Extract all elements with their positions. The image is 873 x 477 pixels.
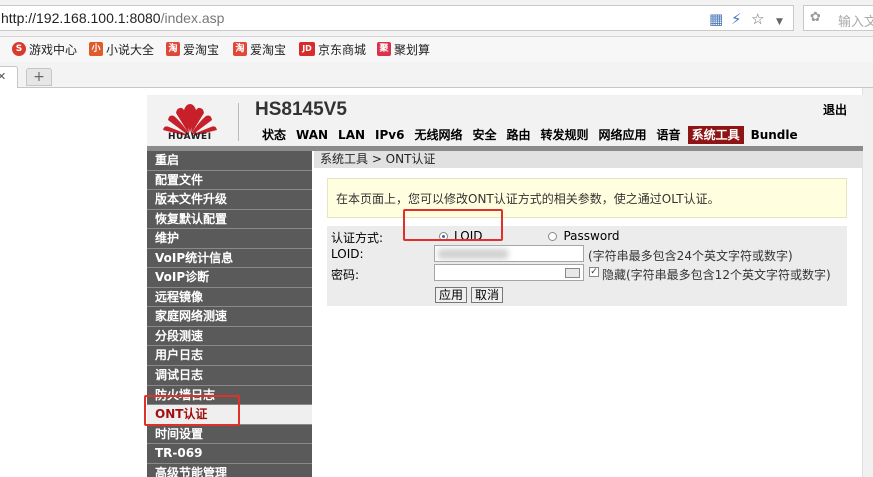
sidebar-item-home-speedtest[interactable]: 家庭网络测速 bbox=[147, 307, 312, 327]
sidebar-item-maintenance[interactable]: 维护 bbox=[147, 229, 312, 249]
chevron-down-icon[interactable]: ▼ bbox=[776, 14, 783, 30]
password-option-label: Password bbox=[563, 229, 620, 243]
sidebar-item-config-file[interactable]: 配置文件 bbox=[147, 170, 312, 191]
game-center-icon: S bbox=[12, 42, 26, 56]
close-icon[interactable]: ✕ bbox=[0, 70, 6, 83]
header-divider bbox=[238, 103, 239, 141]
nav-status[interactable]: 状态 bbox=[257, 126, 291, 144]
favorite-label: 京东商城 bbox=[318, 42, 367, 57]
search-input[interactable]: ✿ 输入文 bbox=[803, 5, 873, 31]
nav-route[interactable]: 路由 bbox=[502, 126, 536, 144]
sidebar: 重启 配置文件 版本文件升级 恢复默认配置 维护 VoIP统计信息 VoIP诊断… bbox=[147, 151, 312, 477]
device-model: HS8145V5 bbox=[255, 99, 347, 120]
search-placeholder: 输入文 bbox=[838, 15, 873, 30]
favorite-taobao-2[interactable]: 淘 爱淘宝 bbox=[233, 41, 286, 57]
sidebar-item-voip-stats[interactable]: VoIP统计信息 bbox=[147, 248, 312, 269]
cancel-button[interactable]: 取消 bbox=[471, 287, 504, 303]
breadcrumb: 系统工具 > ONT认证 bbox=[314, 151, 863, 168]
highlight-loid-option bbox=[403, 209, 503, 241]
scrollbar[interactable] bbox=[862, 88, 873, 477]
address-url: http://192.168.100.1:8080/index.asp bbox=[1, 10, 225, 26]
nav-voice[interactable]: 语音 bbox=[652, 126, 686, 144]
nav-wireless[interactable]: 无线网络 bbox=[409, 126, 467, 144]
favorite-label: 爱淘宝 bbox=[250, 42, 287, 57]
password-input[interactable] bbox=[434, 264, 584, 281]
loid-input[interactable] bbox=[434, 245, 584, 262]
sidebar-item-firmware-upgrade[interactable]: 版本文件升级 bbox=[147, 190, 312, 210]
browser-window: http://192.168.100.1:8080/index.asp ▦ ⚡ … bbox=[0, 0, 873, 477]
favorite-game-center[interactable]: S 游戏中心 bbox=[12, 41, 77, 57]
hide-password-label: 隐藏(字符串最多包含12个英文字符或数字) bbox=[602, 268, 831, 282]
favorite-juhuasuan[interactable]: 聚 聚划算 bbox=[377, 41, 430, 57]
star-icon[interactable]: ☆ bbox=[751, 11, 764, 27]
novel-icon: 小 bbox=[89, 42, 103, 56]
address-input[interactable]: http://192.168.100.1:8080/index.asp ▦ ⚡ … bbox=[0, 5, 794, 31]
sidebar-item-debug-log[interactable]: 调试日志 bbox=[147, 366, 312, 386]
sidebar-item-reboot[interactable]: 重启 bbox=[147, 151, 312, 171]
sidebar-item-segment-speedtest[interactable]: 分段测速 bbox=[147, 326, 312, 347]
sidebar-item-energy-saving[interactable]: 高级节能管理 bbox=[147, 463, 312, 477]
loid-label: LOID: bbox=[331, 247, 364, 261]
address-toolbar: http://192.168.100.1:8080/index.asp ▦ ⚡ … bbox=[0, 0, 873, 37]
sidebar-item-remote-mirror[interactable]: 远程镜像 bbox=[147, 287, 312, 308]
sidebar-item-time-settings[interactable]: 时间设置 bbox=[147, 424, 312, 445]
nav-system-tools[interactable]: 系统工具 bbox=[687, 126, 744, 144]
favorite-novels[interactable]: 小 小说大全 bbox=[89, 41, 154, 57]
sidebar-item-factory-reset[interactable]: 恢复默认配置 bbox=[147, 209, 312, 230]
password-label: 密码: bbox=[331, 268, 360, 282]
lightning-icon[interactable]: ⚡ bbox=[731, 11, 742, 27]
password-radio[interactable] bbox=[548, 231, 558, 241]
main-nav: 状态 WAN LAN IPv6 无线网络 安全 路由 转发规则 网络应用 语音 … bbox=[257, 126, 803, 144]
taobao-icon: 淘 bbox=[166, 42, 180, 56]
nav-wan[interactable]: WAN bbox=[291, 126, 333, 144]
auth-mode-label: 认证方式: bbox=[331, 231, 384, 245]
brand-text: HUAWEI bbox=[168, 132, 212, 142]
keyboard-icon[interactable] bbox=[565, 268, 580, 278]
nav-security[interactable]: 安全 bbox=[467, 126, 501, 144]
taobao-icon: 淘 bbox=[233, 42, 247, 56]
favorite-label: 小说大全 bbox=[106, 42, 155, 57]
sidebar-item-voip-diagnosis[interactable]: VoIP诊断 bbox=[147, 268, 312, 288]
nav-network-apps[interactable]: 网络应用 bbox=[594, 126, 652, 144]
sidebar-item-user-log[interactable]: 用户日志 bbox=[147, 346, 312, 367]
favorite-label: 游戏中心 bbox=[29, 42, 78, 57]
apply-button[interactable]: 应用 bbox=[435, 287, 468, 303]
nav-lan[interactable]: LAN bbox=[333, 126, 370, 144]
favorites-bar: S 游戏中心 小 小说大全 淘 爱淘宝 淘 爱淘宝 JD 京东商城 聚 聚划算 bbox=[0, 37, 873, 62]
juhuasuan-icon: 聚 bbox=[377, 42, 391, 56]
favorite-label: 爱淘宝 bbox=[183, 42, 220, 57]
logout-link[interactable]: 退出 bbox=[823, 101, 847, 118]
paw-icon: ✿ bbox=[810, 10, 821, 25]
browser-tab[interactable]: ✕ bbox=[0, 66, 18, 88]
favorite-taobao[interactable]: 淘 爱淘宝 bbox=[166, 41, 219, 57]
nav-bundle[interactable]: Bundle bbox=[746, 126, 803, 144]
qr-code-icon[interactable]: ▦ bbox=[709, 11, 723, 27]
loid-hint: (字符串最多包含24个英文字符或数字) bbox=[588, 249, 793, 263]
redacted-value bbox=[438, 249, 508, 259]
favorite-label: 聚划算 bbox=[394, 42, 431, 57]
new-tab-button[interactable]: + bbox=[26, 68, 52, 86]
hide-password-checkbox[interactable]: ✓ bbox=[589, 267, 599, 277]
tab-bar: ✕ + bbox=[0, 62, 873, 88]
router-header: HUAWEI HS8145V5 退出 状态 WAN LAN IPv6 无线网络 … bbox=[147, 95, 863, 146]
sidebar-item-tr069[interactable]: TR-069 bbox=[147, 444, 312, 464]
jd-icon: JD bbox=[299, 42, 315, 56]
favorite-jd[interactable]: JD 京东商城 bbox=[299, 41, 366, 57]
highlight-ont-auth bbox=[144, 395, 240, 426]
nav-forwarding[interactable]: 转发规则 bbox=[536, 126, 594, 144]
nav-ipv6[interactable]: IPv6 bbox=[370, 126, 409, 144]
